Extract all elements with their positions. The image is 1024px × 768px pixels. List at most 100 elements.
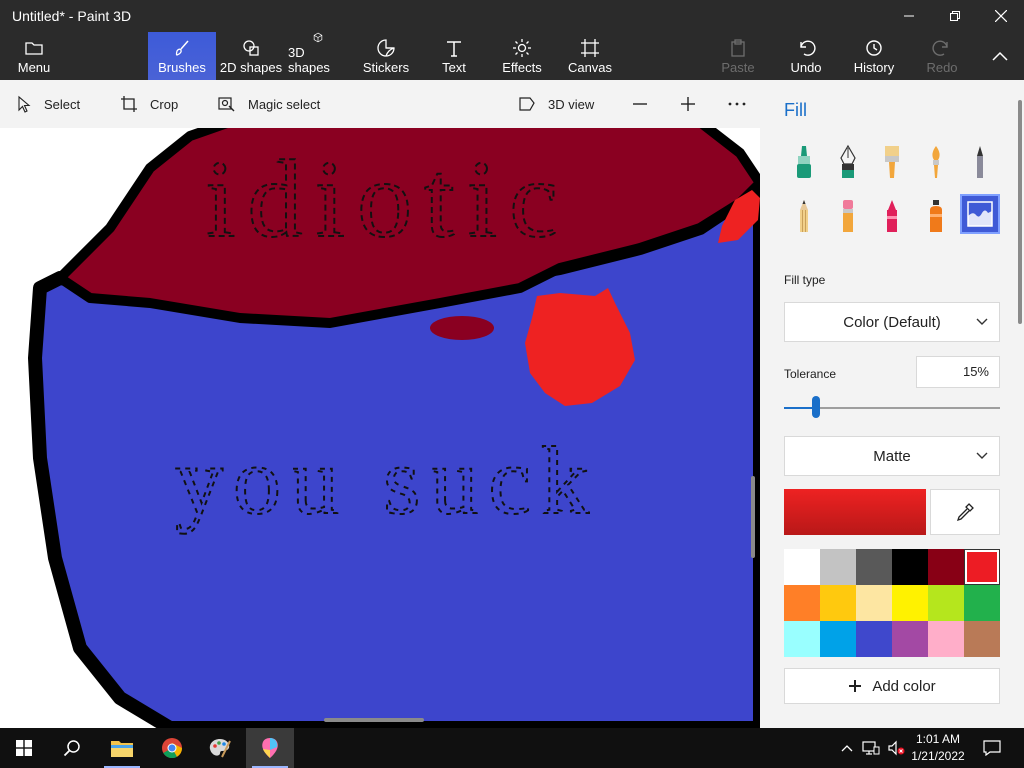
tolerance-input[interactable]: 15%	[916, 356, 1000, 388]
oil-brush-button[interactable]	[872, 142, 912, 182]
panel-title: Fill	[784, 100, 807, 120]
file-explorer-button[interactable]	[98, 728, 146, 768]
paint-palette-icon	[209, 739, 231, 758]
chrome-button[interactable]	[148, 728, 196, 768]
notifications-button[interactable]	[970, 728, 1014, 768]
paste-label: Paste	[721, 60, 755, 75]
tab-2d-shapes-label: 2D shapes	[219, 60, 283, 75]
palette-swatch[interactable]	[892, 549, 928, 585]
calligraphy-pen-button[interactable]	[828, 142, 868, 182]
paint-3d-button[interactable]	[246, 728, 294, 768]
plus-icon	[849, 680, 862, 692]
network-button[interactable]	[858, 728, 884, 768]
canvas-vertical-scrollbar[interactable]	[751, 476, 755, 558]
tab-effects[interactable]: Effects	[498, 32, 546, 80]
spray-can-button[interactable]	[916, 196, 956, 236]
pixel-pen-button[interactable]	[960, 142, 1000, 182]
history-button[interactable]: History	[850, 32, 898, 80]
palette-swatch[interactable]	[820, 621, 856, 657]
close-button[interactable]	[978, 0, 1024, 32]
tab-brushes[interactable]: Brushes	[148, 32, 216, 80]
sun-icon	[513, 39, 531, 57]
start-button[interactable]	[0, 728, 48, 768]
taskbar: 1:01 AM 1/21/2022	[0, 728, 1024, 768]
tab-2d-shapes[interactable]: 2D shapes	[218, 32, 284, 80]
show-hidden-icons-button[interactable]	[836, 728, 858, 768]
zoom-in-button[interactable]	[680, 80, 708, 128]
chevron-up-icon	[841, 745, 853, 752]
tab-stickers[interactable]: Stickers	[358, 32, 414, 80]
palette-swatch[interactable]	[928, 621, 964, 657]
canvas-icon	[581, 39, 599, 57]
magic-select-icon	[218, 97, 235, 112]
crayon-icon	[887, 200, 897, 232]
palette-swatch[interactable]	[856, 549, 892, 585]
eyedropper-button[interactable]	[930, 489, 1000, 535]
eraser-button[interactable]	[828, 196, 868, 236]
palette-swatch[interactable]	[820, 549, 856, 585]
watercolor-brush-button[interactable]	[916, 142, 956, 182]
collapse-ribbon-button[interactable]	[980, 32, 1020, 80]
select-button[interactable]: Select	[16, 80, 80, 128]
menu-button[interactable]: Menu	[0, 32, 68, 80]
paint-button[interactable]	[196, 728, 244, 768]
undo-label: Undo	[790, 60, 822, 75]
panel-scrollbar[interactable]	[1018, 100, 1022, 324]
undo-button[interactable]: Undo	[782, 32, 830, 80]
3d-cube-icon	[313, 32, 323, 43]
palette-swatch[interactable]	[892, 585, 928, 621]
palette-swatch[interactable]	[928, 549, 964, 585]
palette-swatch[interactable]	[964, 549, 1000, 585]
palette-swatch[interactable]	[964, 585, 1000, 621]
redo-button[interactable]: Redo	[918, 32, 966, 80]
volume-button[interactable]	[884, 728, 908, 768]
minimize-button[interactable]	[886, 0, 932, 32]
pencil-icon	[800, 200, 808, 232]
undo-icon	[800, 40, 816, 56]
palette-swatch[interactable]	[784, 585, 820, 621]
paste-button[interactable]: Paste	[714, 32, 762, 80]
current-color-swatch[interactable]	[784, 489, 926, 535]
palette-swatch[interactable]	[784, 549, 820, 585]
tab-canvas[interactable]: Canvas	[566, 32, 614, 80]
search-button[interactable]	[48, 728, 96, 768]
3d-view-button[interactable]: 3D view	[518, 80, 594, 128]
palette-swatch[interactable]	[856, 585, 892, 621]
tolerance-slider-thumb[interactable]	[812, 396, 821, 418]
palette-swatch[interactable]	[784, 621, 820, 657]
fill-bucket-button[interactable]	[960, 194, 1000, 234]
pencil-button[interactable]	[784, 196, 824, 236]
chevron-down-icon	[976, 452, 988, 459]
restore-button[interactable]	[932, 0, 978, 32]
finish-dropdown[interactable]: Matte	[784, 436, 1000, 476]
palette-swatch[interactable]	[892, 621, 928, 657]
fill-type-label: Fill type	[784, 273, 826, 287]
tab-brushes-label: Brushes	[158, 60, 206, 75]
palette-swatch[interactable]	[820, 585, 856, 621]
crayon-button[interactable]	[872, 196, 912, 236]
fill-type-dropdown[interactable]: Color (Default)	[784, 302, 1000, 342]
system-clock[interactable]: 1:01 AM 1/21/2022	[906, 731, 970, 765]
volume-muted-icon	[888, 740, 905, 756]
marker-brush-button[interactable]	[784, 142, 824, 182]
minus-icon	[633, 103, 647, 105]
more-options-button[interactable]	[728, 80, 758, 128]
magic-select-button[interactable]: Magic select	[218, 80, 320, 128]
palette-swatch[interactable]	[928, 585, 964, 621]
palette-swatch[interactable]	[856, 621, 892, 657]
palette-swatch[interactable]	[964, 621, 1000, 657]
file-explorer-icon	[111, 741, 133, 757]
tab-3d-shapes[interactable]: 3D shapes	[288, 32, 348, 80]
menu-label: Menu	[17, 60, 51, 75]
crop-button[interactable]: Crop	[120, 80, 178, 128]
add-color-button[interactable]: Add color	[784, 668, 1000, 704]
minimize-icon	[904, 15, 914, 17]
finish-value: Matte	[873, 447, 911, 465]
oil-brush-icon	[885, 146, 899, 178]
fill-type-value: Color (Default)	[843, 313, 941, 331]
tab-text[interactable]: Text	[430, 32, 478, 80]
canvas-horizontal-scrollbar[interactable]	[324, 718, 424, 722]
drawing-canvas[interactable]: idiotic you suck	[0, 128, 760, 728]
3d-view-label: 3D view	[548, 96, 595, 112]
zoom-out-button[interactable]	[632, 80, 660, 128]
